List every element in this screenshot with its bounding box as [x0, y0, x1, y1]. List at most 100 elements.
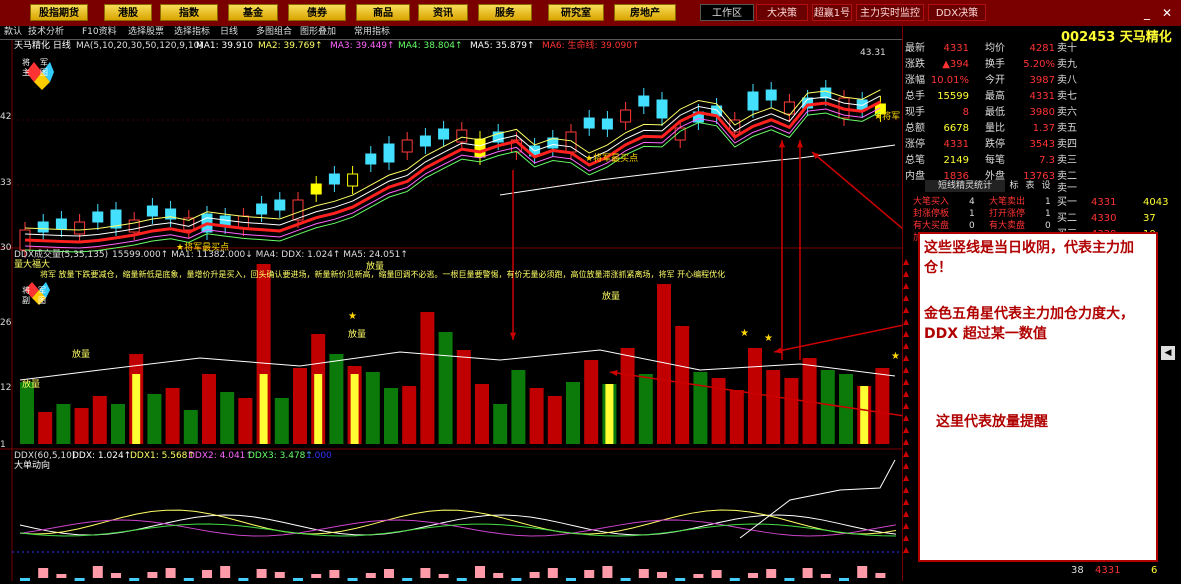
candle-body [419, 135, 431, 147]
quote-v2-7: 7.3 [1039, 155, 1055, 166]
ddx-bar [802, 568, 813, 578]
quote-l1-5: 总额 [905, 123, 925, 134]
volume-star-bar [259, 374, 268, 444]
ddx-bar [875, 573, 886, 578]
toolbar-menu-item-0[interactable]: 款认 [4, 26, 22, 39]
buy-v-1: 37 [1143, 213, 1156, 224]
toolbar-menu-item-8[interactable]: 常用指标 [354, 26, 390, 39]
volume-bar [875, 368, 890, 444]
annotation-volume-note: 这里代表放量提醒 [936, 414, 1048, 430]
top-menu-4[interactable]: 债券 [288, 4, 346, 21]
quote-l1-7: 总笔 [905, 155, 925, 166]
collapse-icon[interactable]: ◀ [1161, 346, 1175, 360]
top-menu-7[interactable]: 服务 [478, 4, 532, 21]
quote-v2-5: 1.37 [1032, 123, 1055, 134]
ma2-value: MA2: 39.769↑ [258, 41, 323, 51]
quote-v2-0: 4281 [1029, 43, 1055, 54]
buy-l-1: 买二 [1057, 213, 1077, 224]
bottom-row-volume: 6 [1151, 565, 1158, 576]
top-menu-5[interactable]: 商品 [356, 4, 410, 21]
volume-star-bar [350, 374, 359, 444]
tab-indices[interactable]: 标 [1007, 180, 1021, 192]
candle-body [383, 143, 395, 163]
volume-axis-1: 26 [0, 318, 12, 328]
chart-canvas[interactable]: ★ ★ ★ ★ [0, 40, 919, 584]
close-icon[interactable]: ✕ [1160, 6, 1174, 20]
top-right-button-2[interactable]: 主力实时监控 [856, 4, 924, 21]
ddx-bar [38, 568, 49, 578]
quote-l2-7: 每笔 [985, 155, 1005, 166]
ddx-rise-line [739, 459, 896, 539]
volume-tag-4: 放量 [366, 262, 385, 272]
volume-tag-2: 放量 [72, 350, 91, 360]
top-menu-6[interactable]: 资讯 [418, 4, 468, 21]
ddx-bar [274, 572, 285, 578]
volume-bar [183, 410, 198, 444]
volume-logo-text: 将军副图 [22, 286, 54, 305]
signal-right-count-2: 0 [1045, 221, 1051, 231]
ddx-bar [711, 570, 722, 578]
volume-bar [202, 374, 216, 444]
annotation-main-note: 这些竖线是当日收阴，代表主力加仓！ [924, 240, 1134, 276]
ddx-subtitle: 大单动向 [14, 461, 51, 471]
toolbar-menu-item-5[interactable]: 日线 [220, 26, 238, 39]
buy-p-1: 4330 [1091, 213, 1117, 224]
quote-l2-3: 最高 [985, 91, 1005, 102]
volume-bar [20, 382, 34, 444]
volume-axis-3: 1 [0, 440, 6, 450]
volume-bar [547, 396, 562, 444]
top-menu-2[interactable]: 指数 [160, 4, 218, 21]
signal-count-2: 0 [969, 221, 975, 231]
quote-v2-1: 5.20% [1023, 59, 1055, 70]
toolbar-menu-item-6[interactable]: 多图组合 [256, 26, 292, 39]
volume-bar [456, 350, 471, 444]
ddx-bar [638, 569, 649, 578]
toolbar-menu-item-7[interactable]: 图形叠加 [300, 26, 336, 39]
top-menu-8[interactable]: 研究室 [548, 4, 604, 21]
ma4-value: MA4: 38.804↑ [398, 41, 463, 51]
toolbar-menu-item-1[interactable]: 技术分析 [28, 26, 64, 39]
ddx-bar [693, 574, 704, 578]
buy-v-0: 4043 [1143, 197, 1169, 208]
ddx-bar [529, 572, 540, 578]
top-menu-1[interactable]: 港股 [104, 4, 152, 21]
top-menu-0[interactable]: 股指期货 [30, 4, 88, 21]
short-line-tab[interactable]: 短线精灵统计 [925, 180, 1005, 192]
star-icon: ★ [764, 333, 773, 344]
quote-l3-7: 卖三 [1057, 155, 1077, 166]
tab-settings[interactable]: 设 [1039, 180, 1053, 192]
volume-bar [729, 390, 744, 444]
toolbar-menu-item-4[interactable]: 选择指标 [174, 26, 210, 39]
ddx-bar [547, 568, 558, 578]
ddx3-value: DDX3: 3.478↑ [248, 451, 313, 461]
volume-title: DDX成交量(5,35,135) [14, 250, 109, 260]
top-right-button-1[interactable]: 超赢1号 [812, 4, 852, 21]
top-menu-9[interactable]: 房地产 [614, 4, 676, 21]
quote-v1-1: ▲394 [942, 59, 969, 70]
ddx-bar [602, 566, 613, 578]
ddx-bar [365, 573, 376, 578]
toolbar-menu-item-3[interactable]: 选择股票 [128, 26, 164, 39]
signal-count-0: 4 [969, 197, 975, 207]
toolbar-menu-item-2[interactable]: F10资料 [82, 26, 117, 39]
top-right-button-0[interactable]: 大决策 [756, 4, 808, 21]
side-arrows: ▲ ▲ ▲ ▲ ▲ ▲ ▲ ▲ ▲ ▲ ▲ ▲ ▲ ▲ ▲ ▲ ▲ ▲ ▲ ▲ ▲ ▲ ▲ ▲ ▲ [903, 257, 910, 554]
minimize-icon[interactable]: _ [1140, 6, 1154, 20]
signal-right-name-2: 有大卖盘 [989, 221, 1026, 231]
top-menu-3[interactable]: 基金 [228, 4, 278, 21]
quote-l2-4: 最低 [985, 107, 1005, 118]
top-menu-bar: 股指期货 港股 指数 基金 债券 商品 资讯 服务 研究室 房地产 工作区 大决策 超赢1号 主力实时… [0, 0, 1181, 26]
ddx-title: DDX(60,5,10) [14, 451, 76, 461]
candle-body [783, 101, 795, 115]
volume-bar [56, 404, 71, 444]
tab-table[interactable]: 表 [1023, 180, 1037, 192]
quote-l2-2: 今开 [985, 75, 1005, 86]
candle-body [347, 173, 359, 187]
candle-body [310, 183, 322, 195]
top-right-button-3[interactable]: DDX决策 [928, 4, 986, 21]
annotation-box [918, 232, 1158, 562]
ddx-green-line [19, 523, 897, 537]
workspace-label[interactable]: 工作区 [700, 4, 754, 21]
signal-right-count-0: 1 [1045, 197, 1051, 207]
ddx-bar [420, 568, 431, 578]
